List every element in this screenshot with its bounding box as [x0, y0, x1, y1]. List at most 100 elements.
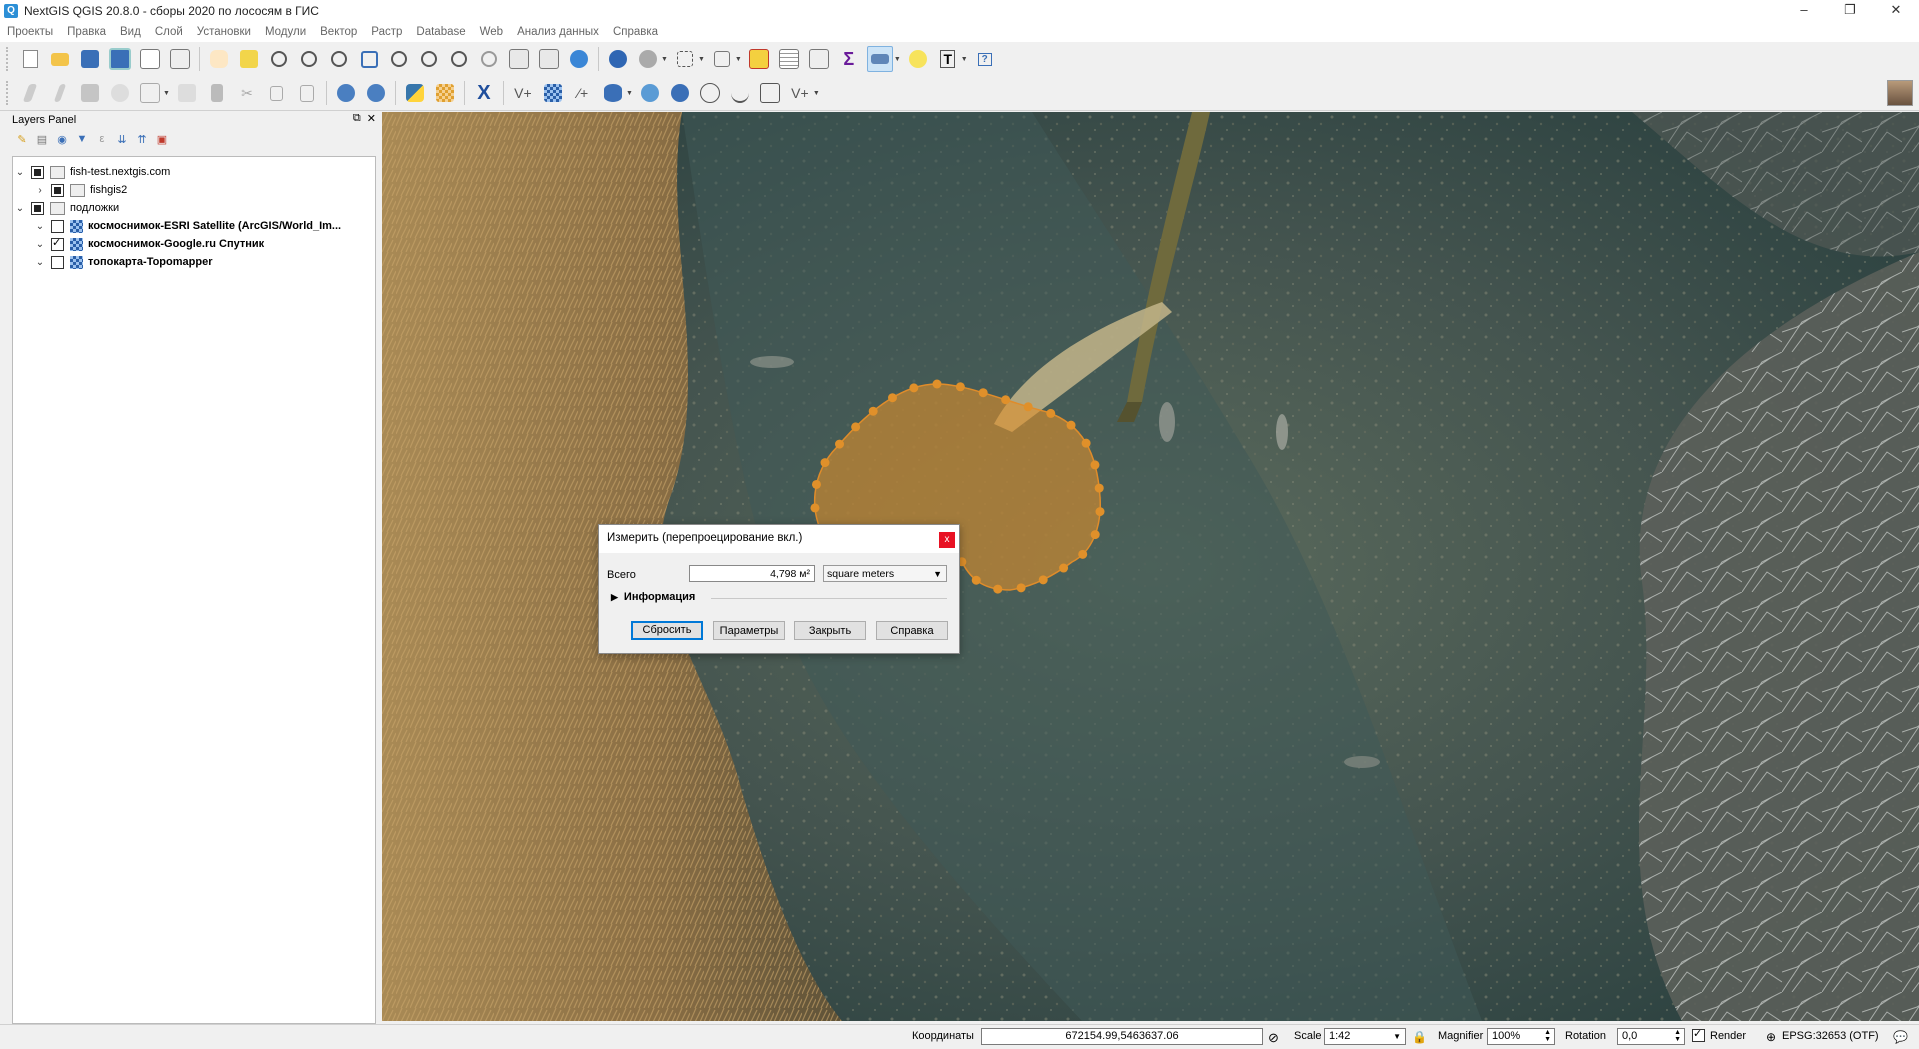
add-vector-button[interactable]: V+ [788, 81, 812, 105]
new-map-view-button[interactable] [507, 47, 531, 71]
paste-button[interactable] [295, 81, 319, 105]
measure-dialog-close-button[interactable]: x [939, 532, 955, 548]
zoom-selection-button[interactable] [387, 47, 411, 71]
magnifier-spinbox[interactable]: 100% ▲ ▼ [1487, 1028, 1555, 1045]
new-bookmark-button[interactable] [537, 47, 561, 71]
measure-vertex[interactable] [887, 393, 897, 403]
measure-vertex[interactable] [835, 439, 845, 449]
chevron-right-icon[interactable]: › [33, 185, 47, 196]
measure-vertex[interactable] [932, 379, 942, 389]
layer-checkbox[interactable] [51, 236, 64, 251]
measure-vertex[interactable] [811, 479, 821, 489]
add-wms-button[interactable] [638, 81, 662, 105]
menu-layer[interactable]: Слой [148, 26, 190, 38]
menu-raster[interactable]: Растр [364, 26, 409, 38]
layer-checkbox[interactable] [51, 255, 64, 269]
cut-button[interactable]: ✂ [235, 81, 259, 105]
measure-dialog-titlebar[interactable]: Измерить (перепроецирование вкл.) x [599, 525, 959, 553]
copy-button[interactable] [265, 81, 289, 105]
new-vector-layer-button[interactable]: V+ [511, 81, 535, 105]
rotation-spinbox[interactable]: 0,0 ▲ ▼ [1617, 1028, 1685, 1045]
toolbar-grip-2[interactable] [6, 81, 12, 105]
select-dropdown-icon[interactable]: ▼ [698, 56, 705, 63]
pan-to-selection-button[interactable] [237, 47, 261, 71]
map-tips-button[interactable] [906, 47, 930, 71]
tree-layer-google-satellite[interactable]: ⌄ космоснимок-Google.ru Спутник [13, 235, 375, 253]
add-virtual-layer-button[interactable] [698, 81, 722, 105]
zoom-native-button[interactable] [327, 47, 351, 71]
measure-vertex[interactable] [1023, 402, 1033, 412]
layout-manager-button[interactable] [168, 47, 192, 71]
help-toolbar-button[interactable]: ? [973, 47, 997, 71]
chevron-down-icon[interactable]: ⌄ [33, 239, 47, 250]
vertex-dropdown-icon[interactable]: ▼ [163, 90, 170, 97]
menu-vector[interactable]: Вектор [313, 26, 364, 38]
menu-settings[interactable]: Установки [190, 26, 258, 38]
layer-checkbox[interactable] [51, 219, 64, 233]
menu-analysis[interactable]: Анализ данных [510, 26, 606, 38]
add-group-icon[interactable]: ▤ [34, 131, 50, 147]
menu-view[interactable]: Вид [113, 26, 148, 38]
zoom-full-button[interactable] [357, 47, 381, 71]
tree-group-fish-test[interactable]: ⌄ fish-test.nextgis.com [13, 163, 375, 181]
spin-arrows-icon[interactable]: ▲ ▼ [1544, 1029, 1551, 1043]
filter-expression-icon[interactable]: ε [94, 131, 110, 147]
restore-button[interactable]: ❐ [1827, 0, 1873, 22]
vector-dropdown-icon[interactable]: ▼ [813, 90, 820, 97]
close-panel-icon[interactable]: ✕ [367, 112, 376, 125]
menu-database[interactable]: Database [409, 26, 472, 38]
measure-vertex[interactable] [1078, 549, 1088, 559]
group-checkbox[interactable] [31, 165, 44, 179]
chevron-down-icon[interactable]: ⌄ [13, 203, 27, 214]
actions-button[interactable] [636, 47, 660, 71]
measure-vertex[interactable] [1001, 395, 1011, 405]
chevron-down-icon[interactable]: ⌄ [33, 221, 47, 232]
messages-icon[interactable]: 💬 [1893, 1030, 1908, 1044]
close-button[interactable]: Закрыть [794, 621, 866, 640]
info-section-toggle[interactable]: ▶ Информация [611, 591, 695, 603]
menu-plugins[interactable]: Модули [258, 26, 313, 38]
help-button[interactable]: Справка [876, 621, 948, 640]
tree-layer-fishgis2[interactable]: › fishgis2 [13, 181, 375, 199]
measure-vertex[interactable] [1095, 507, 1105, 517]
measure-vertex[interactable] [1059, 563, 1069, 573]
new-print-layout-button[interactable] [138, 47, 162, 71]
measure-vertex[interactable] [1038, 575, 1048, 585]
field-calculator-button[interactable] [807, 47, 831, 71]
vertex-tool-button[interactable] [138, 81, 162, 105]
measure-vertex[interactable] [1081, 438, 1091, 448]
database-dropdown-icon[interactable]: ▼ [626, 90, 633, 97]
zoom-last-button[interactable] [447, 47, 471, 71]
measure-vertex[interactable] [1094, 483, 1104, 493]
float-panel-icon[interactable]: ⧉ [353, 112, 361, 125]
measure-vertex[interactable] [1066, 420, 1076, 430]
tree-layer-esri-satellite[interactable]: ⌄ космоснимок-ESRI Satellite (ArcGIS/Wor… [13, 217, 375, 235]
remove-layer-icon[interactable]: ▣ [154, 131, 170, 147]
filter-icon[interactable]: ▼ [74, 131, 90, 147]
measure-vertex[interactable] [1046, 408, 1056, 418]
style-icon[interactable]: ✎ [14, 131, 30, 147]
measure-vertex[interactable] [868, 406, 878, 416]
measure-vertex[interactable] [993, 584, 1003, 594]
move-feature-button[interactable] [175, 81, 199, 105]
select-features-button[interactable] [673, 47, 697, 71]
collapse-all-icon[interactable]: ⇈ [134, 131, 150, 147]
actions-dropdown-icon[interactable]: ▼ [661, 56, 668, 63]
measure-vertex[interactable] [820, 458, 830, 468]
save-as-button[interactable] [108, 47, 132, 71]
group-checkbox[interactable] [51, 183, 64, 197]
zoom-next-button[interactable] [477, 47, 501, 71]
identify-button[interactable] [606, 47, 630, 71]
measure-dropdown-icon[interactable]: ▼ [894, 56, 901, 63]
text-annotation-button[interactable]: T [936, 47, 960, 71]
unit-select[interactable]: square meters ▼ [823, 565, 947, 582]
refresh-button[interactable] [567, 47, 591, 71]
measure-vertex[interactable] [909, 383, 919, 393]
crs-label[interactable]: EPSG:32653 (OTF) [1782, 1030, 1879, 1042]
zoom-in-button[interactable] [267, 47, 291, 71]
select-by-value-button[interactable] [710, 47, 734, 71]
expand-all-icon[interactable]: ⇊ [114, 131, 130, 147]
reset-button[interactable]: Сбросить [631, 621, 703, 640]
spin-arrows-icon[interactable]: ▲ ▼ [1674, 1029, 1681, 1043]
menu-edit[interactable]: Правка [60, 26, 113, 38]
